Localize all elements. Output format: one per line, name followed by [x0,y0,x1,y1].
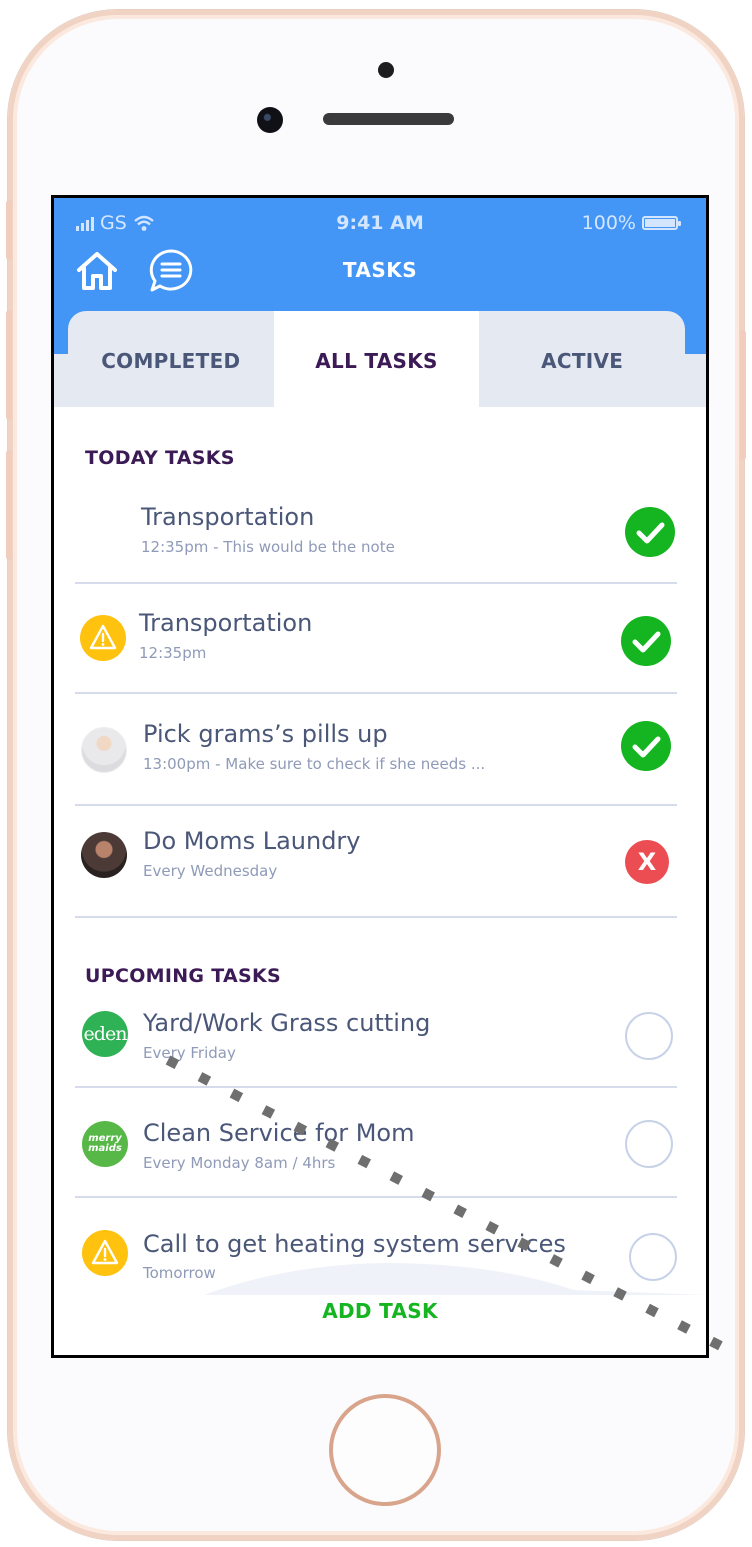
eden-logo: eden [82,1011,128,1057]
task-row[interactable]: Transportation 12:35pm [75,584,677,694]
task-row[interactable]: Transportation 12:35pm - This would be t… [75,474,677,584]
battery-percent: 100% [581,212,636,234]
mute-switch [6,200,12,260]
task-title: Clean Service for Mom [143,1119,415,1147]
task-row[interactable]: Pick grams’s pills up 13:00pm - Make sur… [75,694,677,806]
avatar [81,727,127,773]
task-title: Pick grams’s pills up [143,720,388,748]
volume-up-button [6,310,12,420]
task-subtitle: 12:35pm [139,644,207,662]
task-check-button[interactable] [625,1120,673,1168]
task-subtitle: Every Monday 8am / 4hrs [143,1154,336,1172]
check-icon [632,631,661,653]
task-title: Do Moms Laundry [143,827,361,855]
task-title: Yard/Work Grass cutting [143,1009,431,1037]
proximity-sensor [378,62,394,78]
task-failed-button[interactable]: X [625,840,669,884]
add-task-bar: ADD TASK [54,1287,706,1355]
tab-active[interactable]: ACTIVE [479,311,685,407]
battery-info: 100% [581,212,681,234]
task-title: Transportation [141,503,315,531]
home-button[interactable] [329,1394,441,1506]
warning-icon [80,615,126,661]
task-row[interactable]: merry maids Clean Service for Mom Every … [75,1088,677,1198]
merry-maids-logo: merry maids [82,1121,128,1167]
add-task-button[interactable]: ADD TASK [54,1299,706,1323]
task-title: Transportation [139,609,313,637]
row-divider [75,916,677,918]
tab-all-tasks[interactable]: ALL TASKS [273,311,480,407]
check-icon [636,522,665,544]
check-icon [632,736,661,758]
task-done-button[interactable] [621,616,671,666]
task-row[interactable]: Do Moms Laundry Every Wednesday X [75,806,677,918]
footer-wave [54,1263,706,1295]
volume-down-button [6,450,12,560]
avatar [81,832,127,878]
task-subtitle: Every Wednesday [143,862,278,880]
front-camera [257,107,283,133]
app-screen: GS 9:41 AM 100% TASKS COMPLETED ALL TASK… [51,195,709,1358]
power-button [740,330,746,460]
task-row[interactable]: eden Yard/Work Grass cutting Every Frida… [75,978,677,1088]
today-tasks-heading: TODAY TASKS [85,447,235,469]
task-subtitle: Every Friday [143,1044,236,1062]
task-done-button[interactable] [621,721,671,771]
battery-icon [642,216,681,230]
tab-completed[interactable]: COMPLETED [68,311,274,407]
status-bar: GS 9:41 AM 100% [54,212,706,238]
task-subtitle: 12:35pm - This would be the note [141,538,395,556]
task-subtitle: 13:00pm - Make sure to check if she need… [143,755,486,773]
task-check-button[interactable] [625,1012,673,1060]
task-done-button[interactable] [625,507,675,557]
tab-bar: COMPLETED ALL TASKS ACTIVE [68,311,685,407]
earpiece-speaker [323,113,454,125]
page-title: TASKS [342,258,418,282]
